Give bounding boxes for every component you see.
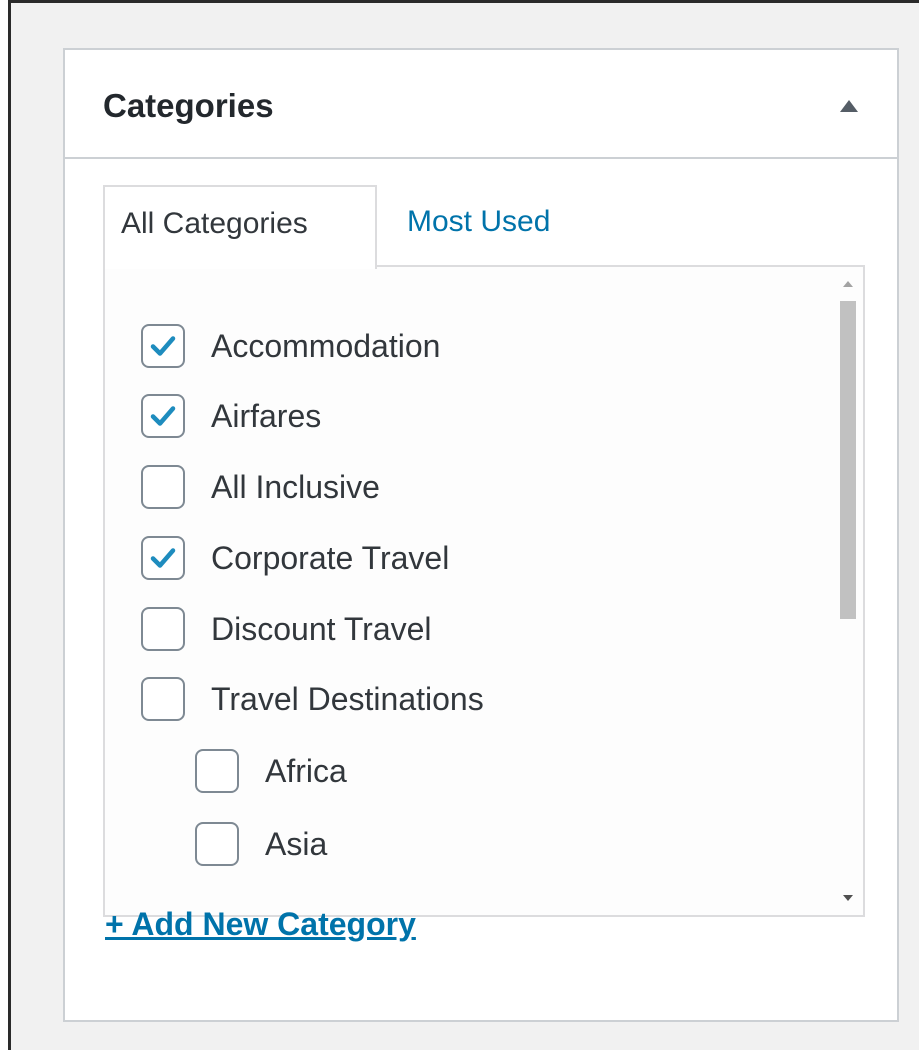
admin-canvas: Categories All Categories Most Used Acco… <box>11 3 919 1050</box>
category-checklist-panel[interactable]: Accommodation Airfares All Inclusive Cor… <box>103 265 865 917</box>
category-label: Corporate Travel <box>211 539 450 576</box>
toggle-panel-button[interactable] <box>827 84 871 128</box>
category-item-corporate-travel[interactable]: Corporate Travel <box>141 534 449 582</box>
category-checkbox[interactable] <box>141 607 185 651</box>
category-label: All Inclusive <box>211 468 380 505</box>
scroll-up-arrow-icon[interactable] <box>839 279 857 289</box>
metabox-header[interactable]: Categories <box>65 50 897 159</box>
category-label: Discount Travel <box>211 610 432 647</box>
tab-all-categories[interactable]: All Categories <box>103 185 377 269</box>
category-checkbox[interactable] <box>141 324 185 368</box>
category-checkbox[interactable] <box>141 536 185 580</box>
category-checkbox[interactable] <box>195 749 239 793</box>
category-item-asia[interactable]: Asia <box>195 820 327 868</box>
category-item-airfares[interactable]: Airfares <box>141 392 321 440</box>
category-label: Travel Destinations <box>211 680 484 717</box>
checklist-scrollbar[interactable] <box>833 267 863 915</box>
category-checkbox[interactable] <box>141 465 185 509</box>
category-label: Asia <box>265 825 328 862</box>
scroll-down-arrow-icon[interactable] <box>839 893 857 903</box>
add-new-category-link[interactable]: + Add New Category <box>105 906 416 943</box>
tab-most-used[interactable]: Most Used <box>407 185 550 267</box>
checkmark-icon <box>150 548 176 568</box>
category-item-discount-travel[interactable]: Discount Travel <box>141 605 432 653</box>
category-item-all-inclusive[interactable]: All Inclusive <box>141 463 380 511</box>
metabox-title: Categories <box>103 87 274 124</box>
category-label: Airfares <box>211 397 322 434</box>
category-tabs: All Categories Most Used <box>103 185 863 269</box>
checkmark-icon <box>150 406 176 426</box>
category-checkbox[interactable] <box>141 677 185 721</box>
category-checkbox[interactable] <box>195 822 239 866</box>
checkmark-icon <box>150 336 176 356</box>
category-label: Africa <box>265 752 347 789</box>
arrow-up-icon <box>840 100 858 112</box>
category-checkbox[interactable] <box>141 394 185 438</box>
categories-metabox: Categories All Categories Most Used Acco… <box>63 48 899 1022</box>
category-item-africa[interactable]: Africa <box>195 747 347 795</box>
category-item-travel-destinations[interactable]: Travel Destinations <box>141 675 484 723</box>
category-item-accommodation[interactable]: Accommodation <box>141 322 440 370</box>
category-checklist: Accommodation Airfares All Inclusive Cor… <box>105 267 833 915</box>
scrollbar-thumb[interactable] <box>840 301 856 619</box>
category-label: Accommodation <box>211 327 441 364</box>
